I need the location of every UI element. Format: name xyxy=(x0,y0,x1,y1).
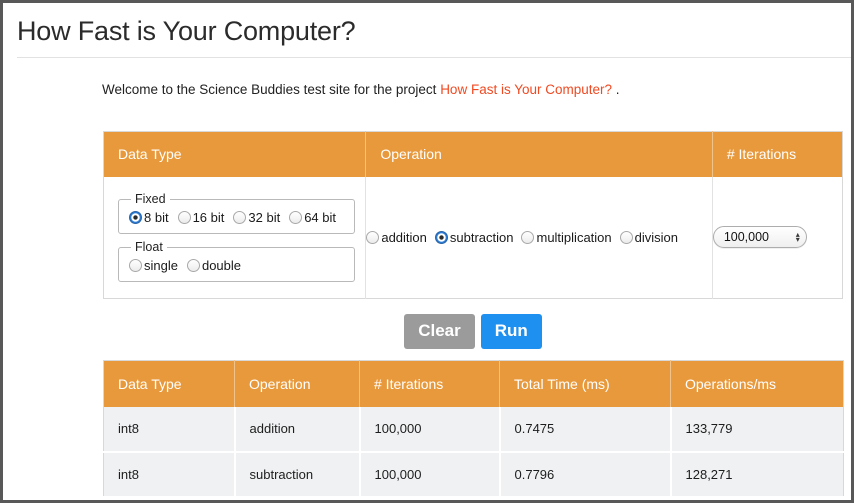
header-divider xyxy=(17,57,851,58)
float-legend: Float xyxy=(135,240,163,255)
radio-32-bit-label: 32 bit xyxy=(248,210,281,226)
clear-button[interactable]: Clear xyxy=(404,314,475,349)
results-col-ops-per-ms: Operations/ms xyxy=(670,360,844,407)
radio-16-bit[interactable]: 16 bit xyxy=(177,210,225,226)
radio-16-bit-icon[interactable] xyxy=(177,211,191,225)
results-col-operation: Operation xyxy=(234,360,360,407)
radio-subtraction[interactable]: subtraction xyxy=(434,229,514,245)
float-radio-group: single double xyxy=(129,258,344,273)
project-link[interactable]: How Fast is Your Computer? xyxy=(440,82,612,97)
radio-16-bit-label: 16 bit xyxy=(192,210,225,226)
radio-single-label: single xyxy=(144,258,178,274)
iterations-select[interactable]: 100,000 ▴ ▾ xyxy=(712,226,807,249)
radio-multiplication-icon[interactable] xyxy=(521,230,535,244)
action-button-row: Clear Run xyxy=(103,314,843,349)
radio-64-bit-label: 64 bit xyxy=(304,210,337,226)
form-body-row: Fixed 8 bit 16 bit 32 bit 64 bit Float s… xyxy=(103,176,843,299)
form-header-row: Data Type Operation # Iterations xyxy=(103,131,843,177)
radio-division-label: division xyxy=(634,229,678,245)
app-page: How Fast is Your Computer? Welcome to th… xyxy=(0,0,854,503)
form-col-iterations: # Iterations xyxy=(712,131,843,177)
page-header: How Fast is Your Computer? xyxy=(3,3,851,58)
data-type-groups: Fixed 8 bit 16 bit 32 bit 64 bit Float s… xyxy=(104,184,365,290)
radio-8-bit-label: 8 bit xyxy=(144,210,169,226)
input-form-table: Data Type Operation # Iterations Fixed 8… xyxy=(103,131,843,299)
cell-data-type: int8 xyxy=(103,451,236,498)
radio-subtraction-label: subtraction xyxy=(449,229,514,245)
form-col-operation: Operation xyxy=(365,131,713,177)
radio-division-icon[interactable] xyxy=(619,230,633,244)
radio-single[interactable]: single xyxy=(129,258,178,273)
radio-double-icon[interactable] xyxy=(186,259,200,273)
operation-cell: addition subtraction multiplication divi… xyxy=(365,176,713,299)
radio-addition-label: addition xyxy=(381,229,427,245)
results-header-row: Data Type Operation # Iterations Total T… xyxy=(103,360,844,407)
radio-single-icon[interactable] xyxy=(129,259,142,273)
cell-iterations: 100,000 xyxy=(359,406,501,453)
radio-32-bit-icon[interactable] xyxy=(233,211,247,225)
cell-operation: subtraction xyxy=(234,451,361,498)
results-table: Data Type Operation # Iterations Total T… xyxy=(103,360,844,498)
float-fieldset: Float single double xyxy=(118,240,356,283)
fixed-radio-group: 8 bit 16 bit 32 bit 64 bit xyxy=(129,210,344,225)
data-type-cell: Fixed 8 bit 16 bit 32 bit 64 bit Float s… xyxy=(103,176,367,299)
radio-multiplication-label: multiplication xyxy=(536,229,612,245)
radio-64-bit[interactable]: 64 bit xyxy=(289,210,336,225)
table-row: int8 subtraction 100,000 0.7796 128,271 xyxy=(103,451,844,498)
radio-addition[interactable]: addition xyxy=(366,230,427,245)
cell-ops-per-ms: 133,779 xyxy=(670,406,844,453)
fixed-fieldset: Fixed 8 bit 16 bit 32 bit 64 bit xyxy=(118,192,356,235)
intro-text: Welcome to the Science Buddies test site… xyxy=(102,81,851,99)
run-button[interactable]: Run xyxy=(480,314,542,349)
radio-64-bit-icon[interactable] xyxy=(289,211,303,225)
fixed-legend: Fixed xyxy=(135,192,166,207)
intro-suffix: . xyxy=(612,82,620,97)
iterations-cell: 100,000 ▴ ▾ xyxy=(712,176,843,299)
stepper-down-icon[interactable]: ▾ xyxy=(796,236,800,244)
page-title: How Fast is Your Computer? xyxy=(17,16,356,46)
radio-8-bit-icon[interactable] xyxy=(129,211,142,225)
operation-radio-group: addition subtraction multiplication divi… xyxy=(366,230,711,245)
cell-ops-per-ms: 128,271 xyxy=(670,451,844,498)
cell-iterations: 100,000 xyxy=(359,451,501,498)
radio-double-label: double xyxy=(201,258,242,274)
cell-total-time: 0.7796 xyxy=(499,451,672,498)
radio-32-bit[interactable]: 32 bit xyxy=(233,210,280,225)
radio-division[interactable]: division xyxy=(619,229,678,245)
stepper-icon[interactable]: ▴ ▾ xyxy=(796,231,800,244)
radio-addition-icon[interactable] xyxy=(366,230,380,244)
intro-prefix: Welcome to the Science Buddies test site… xyxy=(102,82,441,97)
radio-multiplication[interactable]: multiplication xyxy=(521,229,612,245)
results-col-iterations: # Iterations xyxy=(359,360,500,407)
radio-double[interactable]: double xyxy=(186,258,242,274)
table-row: int8 addition 100,000 0.7475 133,779 xyxy=(103,406,844,453)
form-col-data-type: Data Type xyxy=(103,131,367,177)
iterations-value: 100,000 xyxy=(723,230,769,245)
cell-operation: addition xyxy=(234,406,361,453)
results-col-data-type: Data Type xyxy=(103,360,235,407)
radio-subtraction-icon[interactable] xyxy=(434,230,448,244)
radio-8-bit[interactable]: 8 bit xyxy=(129,210,169,225)
cell-total-time: 0.7475 xyxy=(499,406,672,453)
cell-data-type: int8 xyxy=(103,406,236,453)
results-col-total-time: Total Time (ms) xyxy=(499,360,671,407)
